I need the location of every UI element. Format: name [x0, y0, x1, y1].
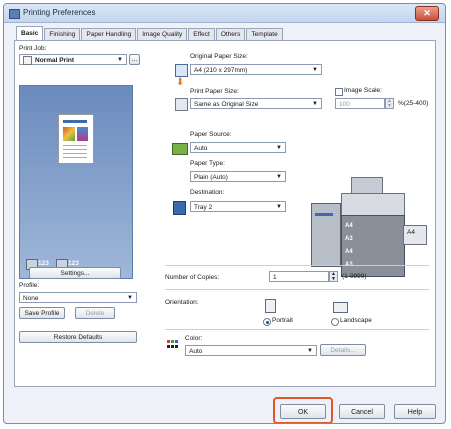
- tab-strip: Basic Finishing Paper Handling Image Qua…: [16, 26, 284, 41]
- page-thumbnail: [58, 114, 94, 164]
- printer-tray-1: A4: [345, 223, 353, 229]
- paper-source-select[interactable]: Auto ▼: [190, 142, 286, 153]
- color-value: Auto: [189, 348, 203, 355]
- printer-output-icon: [175, 98, 188, 111]
- print-job-more-button[interactable]: ...: [129, 54, 140, 65]
- ok-button[interactable]: OK: [280, 404, 326, 419]
- profile-value: None: [23, 295, 39, 302]
- image-scale-input[interactable]: 100: [335, 98, 385, 109]
- cancel-button[interactable]: Cancel: [339, 404, 385, 419]
- destination-label: Destination:: [190, 189, 225, 196]
- print-paper-size-select[interactable]: Same as Original Size ▼: [190, 98, 322, 109]
- image-scale-stepper[interactable]: ▲ ▼: [385, 98, 394, 109]
- arrow-down-icon: ⬇: [176, 77, 185, 88]
- window-title: Printing Preferences: [23, 8, 96, 17]
- orientation-label: Orientation:: [165, 299, 199, 306]
- print-paper-size-label: Print Paper Size:: [190, 88, 239, 95]
- color-label: Color:: [185, 335, 203, 342]
- chevron-down-icon: ▼: [276, 204, 282, 210]
- photo-thumbnail-icon: [63, 127, 75, 141]
- printer-tray-3: A4: [345, 249, 353, 255]
- divider: [165, 329, 429, 330]
- print-paper-size-value: Same as Original Size: [194, 101, 259, 108]
- landscape-radio[interactable]: [331, 318, 339, 326]
- copies-range: (1-9999): [342, 273, 367, 280]
- print-preview: 123 123: [19, 85, 133, 279]
- basic-tab-panel: Print Job: Normal Print ▼ ... 123 123 Se…: [14, 40, 436, 387]
- color-dots-icon: [167, 340, 179, 349]
- portrait-page-icon: [265, 299, 276, 313]
- title-bar: Printing Preferences ✕: [4, 4, 445, 23]
- image-scale-checkbox[interactable]: [335, 88, 343, 96]
- portrait-radio[interactable]: [263, 318, 271, 326]
- help-button[interactable]: Help: [394, 404, 436, 419]
- chevron-down-icon: ▼: [117, 57, 123, 63]
- tray-b-count: 123: [68, 260, 79, 267]
- printing-preferences-window: Printing Preferences ✕ Basic Finishing P…: [3, 3, 446, 424]
- print-job-value: Normal Print: [35, 57, 75, 64]
- landscape-label: Landscape: [340, 317, 372, 324]
- landscape-page-icon: [333, 302, 348, 313]
- printer-tray-2: A3: [345, 236, 353, 242]
- output-tray-icon: [173, 201, 186, 215]
- portrait-label: Portrait: [272, 317, 293, 324]
- original-paper-size-select[interactable]: A4 (210 x 297mm) ▼: [190, 64, 322, 75]
- image-scale-range: %(25-400): [398, 100, 429, 107]
- paper-source-label: Paper Source:: [190, 131, 232, 138]
- printer-side-tray: A4: [407, 229, 415, 236]
- chevron-down-icon: ▼: [312, 67, 318, 73]
- document-icon: [23, 55, 32, 65]
- delete-profile-button[interactable]: Delete: [75, 307, 115, 319]
- copies-input[interactable]: 1: [269, 271, 329, 282]
- chevron-down-icon: ▼: [307, 348, 313, 354]
- paper-tray-icon: [172, 143, 188, 155]
- printer-app-icon: [9, 9, 20, 19]
- destination-value: Tray 2: [194, 204, 213, 211]
- print-job-label: Print Job:: [19, 45, 47, 52]
- original-paper-icon: [175, 64, 188, 77]
- paper-type-value: Plain (Auto): [194, 174, 228, 181]
- chevron-down-icon: ▼: [276, 145, 282, 151]
- profile-label: Profile:: [19, 282, 40, 289]
- paper-type-select[interactable]: Plain (Auto) ▼: [190, 171, 286, 182]
- original-paper-size-label: Original Paper Size:: [190, 53, 248, 60]
- divider: [165, 289, 429, 290]
- tab-basic[interactable]: Basic: [16, 26, 44, 41]
- image-scale-label: Image Scale:: [344, 87, 382, 94]
- chevron-down-icon: ▼: [127, 295, 133, 301]
- paper-type-label: Paper Type:: [190, 160, 225, 167]
- paper-source-value: Auto: [194, 145, 208, 152]
- details-button[interactable]: Details...: [320, 344, 366, 356]
- profile-select[interactable]: None ▼: [19, 292, 137, 303]
- print-job-select[interactable]: Normal Print ▼: [19, 54, 127, 65]
- save-profile-button[interactable]: Save Profile: [19, 307, 65, 319]
- close-button[interactable]: ✕: [415, 6, 439, 21]
- tray-a-count: 123: [38, 260, 49, 267]
- chart-thumbnail-icon: [77, 127, 88, 141]
- restore-defaults-button[interactable]: Restore Defaults: [19, 331, 137, 343]
- divider: [165, 265, 429, 266]
- copies-stepper[interactable]: ▲ ▼: [329, 271, 338, 282]
- destination-select[interactable]: Tray 2 ▼: [190, 201, 286, 212]
- settings-button[interactable]: Settings...: [29, 267, 121, 279]
- original-paper-size-value: A4 (210 x 297mm): [194, 67, 248, 74]
- chevron-down-icon: ▼: [312, 101, 318, 107]
- color-select[interactable]: Auto ▼: [185, 345, 317, 356]
- chevron-down-icon: ▼: [276, 174, 282, 180]
- copies-label: Number of Copies:: [165, 274, 220, 281]
